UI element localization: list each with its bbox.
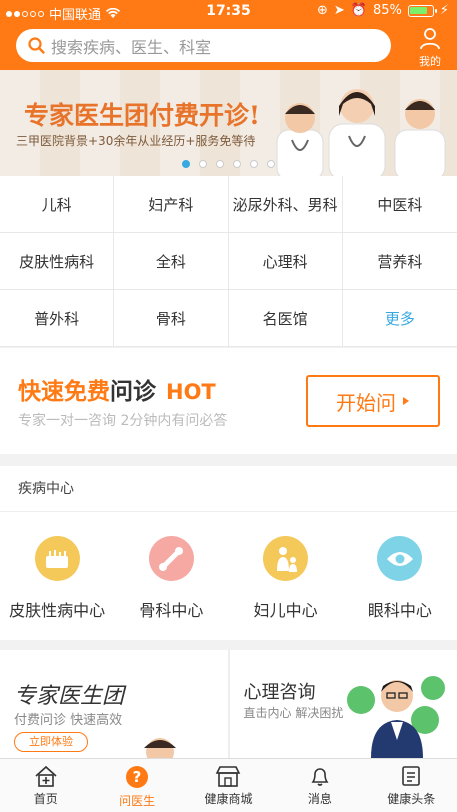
quick-title-consult: 问诊: [110, 379, 156, 405]
tab-shop[interactable]: 健康商城: [183, 759, 274, 812]
status-bar: 中国联通 17:35 ⊕ ➤ ⏰ 85% ⚡: [0, 0, 457, 23]
bottom-tab-bar: 首页? 问医生 健康商城 消息 健康头条: [0, 758, 457, 812]
hot-badge: HOT: [166, 380, 216, 404]
eye-icon: [377, 536, 423, 581]
expert-team-card[interactable]: 专家医生团 付费问诊 快速高效 立即体验: [0, 650, 228, 758]
battery-percent: 85%: [372, 3, 402, 18]
promo-cards: 专家医生团 付费问诊 快速高效 立即体验 心理咨询 直击内心 解决困扰: [0, 650, 457, 758]
battery-icon: [407, 4, 437, 17]
department-item[interactable]: 骨科: [114, 290, 229, 347]
user-icon: [420, 28, 440, 50]
location-icon: ➤: [333, 3, 345, 18]
pager-dot[interactable]: [216, 160, 224, 168]
psych-subtitle: 直击内心 解决困扰: [243, 706, 344, 720]
tab-bell[interactable]: 消息: [274, 759, 365, 812]
department-item[interactable]: 中医科: [342, 176, 457, 233]
svg-text:?: ?: [133, 768, 142, 786]
quick-title-free: 快速免费: [18, 379, 110, 405]
disease-center-label: 皮肤性病中心: [9, 601, 106, 620]
quick-title: 快速免费问诊 HOT: [18, 372, 216, 406]
bone-icon: [148, 536, 194, 581]
news-icon: [366, 765, 457, 787]
tab-label: 问医生: [119, 794, 156, 808]
top-header: 中国联通 17:35 ⊕ ➤ ⏰ 85% ⚡ 搜索疾病、医生、科室 我的: [0, 0, 457, 70]
department-item[interactable]: 妇产科: [114, 176, 229, 233]
shop-icon: [183, 765, 274, 787]
more-button[interactable]: 更多: [342, 290, 457, 347]
tab-label: 首页: [33, 792, 58, 806]
search-icon: [28, 37, 45, 54]
doctor-illustration: [144, 738, 176, 758]
try-now-button[interactable]: 立即体验: [14, 732, 88, 752]
disease-center-label: 妇儿中心: [253, 601, 318, 620]
tab-question[interactable]: ? 问医生: [91, 759, 182, 812]
banner-title: 专家医生团付费开诊!: [24, 101, 260, 130]
disease-center-heading: 疾病中心: [0, 466, 457, 512]
pager-dot[interactable]: [233, 160, 241, 168]
disease-center-item[interactable]: 眼科中心: [343, 536, 457, 621]
disease-center-item[interactable]: 皮肤性病中心: [0, 536, 114, 621]
disease-center-section: 疾病中心 皮肤性病中心 骨科中心 妇儿中心 眼科中心: [0, 466, 457, 640]
department-item[interactable]: 儿科: [0, 176, 115, 233]
pager-dot[interactable]: [267, 160, 275, 168]
me-button[interactable]: 我的: [415, 26, 445, 69]
expert-team-subtitle: 付费问诊 快速高效: [14, 713, 123, 728]
start-ask-label: 开始问: [336, 390, 396, 415]
department-item[interactable]: 普外科: [0, 290, 115, 347]
me-label: 我的: [419, 55, 441, 68]
banner-pager[interactable]: [0, 160, 457, 168]
search-bar[interactable]: 搜索疾病、医生、科室: [16, 29, 391, 62]
disease-center-item[interactable]: 妇儿中心: [229, 536, 343, 621]
mother-child-icon: [263, 536, 309, 581]
department-item[interactable]: 营养科: [342, 233, 457, 290]
department-item[interactable]: 皮肤性病科: [0, 233, 115, 290]
department-item[interactable]: 全科: [114, 233, 229, 290]
question-icon: ?: [91, 765, 182, 789]
banner-subtitle: 三甲医院背景+30余年从业经历+服务免等待: [16, 134, 256, 148]
disease-center-item[interactable]: 骨科中心: [114, 536, 228, 621]
alarm-icon: ⏰: [350, 3, 367, 18]
department-item[interactable]: 泌尿外科、男科: [228, 176, 343, 233]
tab-home[interactable]: 首页: [0, 759, 91, 812]
pager-dot[interactable]: [182, 160, 190, 168]
status-right: ⊕ ➤ ⏰ 85% ⚡: [317, 3, 449, 18]
department-item[interactable]: 名医馆: [228, 290, 343, 347]
quick-subtitle: 专家一对一咨询 2分钟内有问必答: [18, 413, 228, 429]
tab-label: 健康商城: [204, 792, 253, 806]
psych-consult-card[interactable]: 心理咨询 直击内心 解决困扰: [229, 650, 457, 758]
department-grid: 儿科 妇产科 泌尿外科、男科 中医科皮肤性病科 全科 心理科 营养科普外科 骨科 名医馆 更多: [0, 176, 457, 347]
rotation-lock-icon: ⊕: [316, 3, 328, 18]
quick-consult-card[interactable]: 快速免费问诊 HOT 专家一对一咨询 2分钟内有问必答 开始问: [0, 348, 457, 454]
expert-team-title: 专家医生团: [14, 684, 125, 709]
skin-icon: [34, 536, 80, 581]
disease-center-label: 骨科中心: [139, 601, 204, 620]
home-icon: [0, 765, 91, 787]
start-ask-button[interactable]: 开始问: [306, 375, 440, 427]
disease-center-list: 皮肤性病中心 骨科中心 妇儿中心 眼科中心: [0, 512, 457, 621]
tab-news[interactable]: 健康头条: [366, 759, 457, 812]
charging-icon: ⚡: [439, 3, 449, 18]
pager-dot[interactable]: [199, 160, 207, 168]
caret-right-icon: [403, 397, 409, 405]
tab-label: 健康头条: [387, 792, 436, 806]
disease-center-label: 眼科中心: [367, 601, 432, 620]
promo-banner[interactable]: 专家医生团付费开诊! 三甲医院背景+30余年从业经历+服务免等待: [0, 70, 457, 176]
psychologist-illustration: [347, 676, 445, 758]
bell-icon: [274, 765, 365, 787]
app-screen: 中国联通 17:35 ⊕ ➤ ⏰ 85% ⚡ 搜索疾病、医生、科室 我的 专家医…: [0, 0, 457, 812]
tab-label: 消息: [307, 792, 332, 806]
psych-title: 心理咨询: [243, 682, 316, 703]
pager-dot[interactable]: [250, 160, 258, 168]
department-item[interactable]: 心理科: [228, 233, 343, 290]
search-placeholder: 搜索疾病、医生、科室: [51, 37, 212, 57]
